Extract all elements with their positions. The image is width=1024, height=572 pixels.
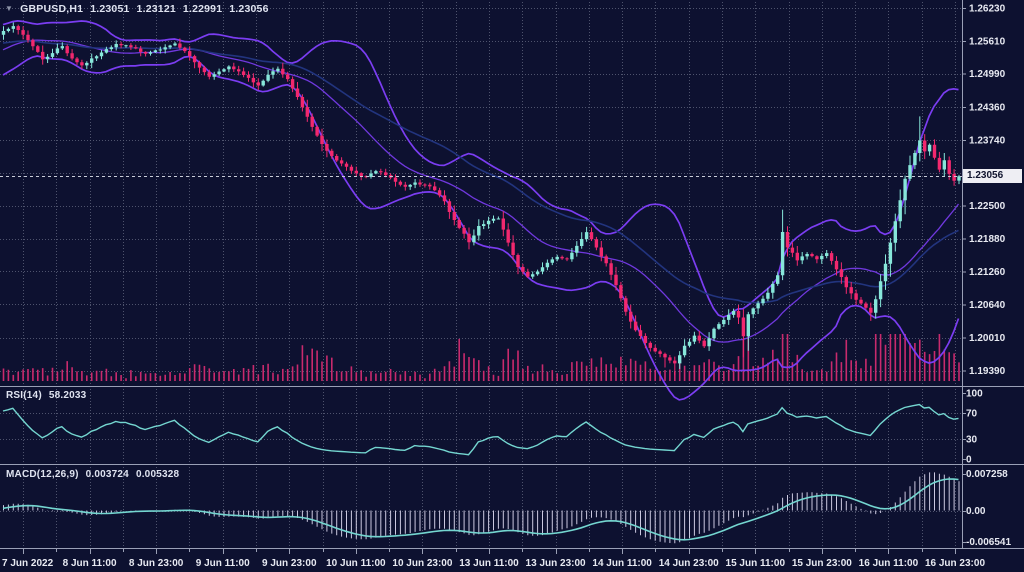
macd-indicator-value: 0.003724: [86, 469, 129, 480]
symbol-timeframe-label: GBPUSD,H1: [20, 3, 83, 15]
ohlc-open: 1.23051: [90, 3, 129, 15]
rsi-pane-label: RSI(14) 58.2033: [6, 390, 86, 401]
macd-signal-value: 0.005328: [136, 469, 179, 480]
chart-canvas[interactable]: 1.262301.256101.249901.243601.237401.225…: [0, 0, 1024, 572]
pane-separator-rsi[interactable]: [0, 384, 1024, 389]
macd-indicator-name: MACD(12,26,9): [6, 469, 79, 480]
time-axis[interactable]: [0, 549, 1024, 572]
macd-pane-label: MACD(12,26,9) 0.003724 0.005328: [6, 469, 179, 480]
rsi-indicator-value: 58.2033: [49, 390, 87, 401]
ohlc-low: 1.22991: [183, 3, 222, 15]
current-price-tag: 1.23056: [963, 169, 1022, 183]
mt4-chart-window: 1.262301.256101.249901.243601.237401.225…: [0, 0, 1024, 572]
pane-separator-macd[interactable]: [0, 462, 1024, 467]
chart-ohlc-header: ▼ GBPUSD,H1 1.23051 1.23121 1.22991 1.23…: [5, 3, 269, 15]
rsi-indicator-name: RSI(14): [6, 390, 42, 401]
symbol-collapse-icon[interactable]: ▼: [5, 4, 13, 14]
ohlc-close: 1.23056: [229, 3, 268, 15]
ohlc-high: 1.23121: [137, 3, 176, 15]
